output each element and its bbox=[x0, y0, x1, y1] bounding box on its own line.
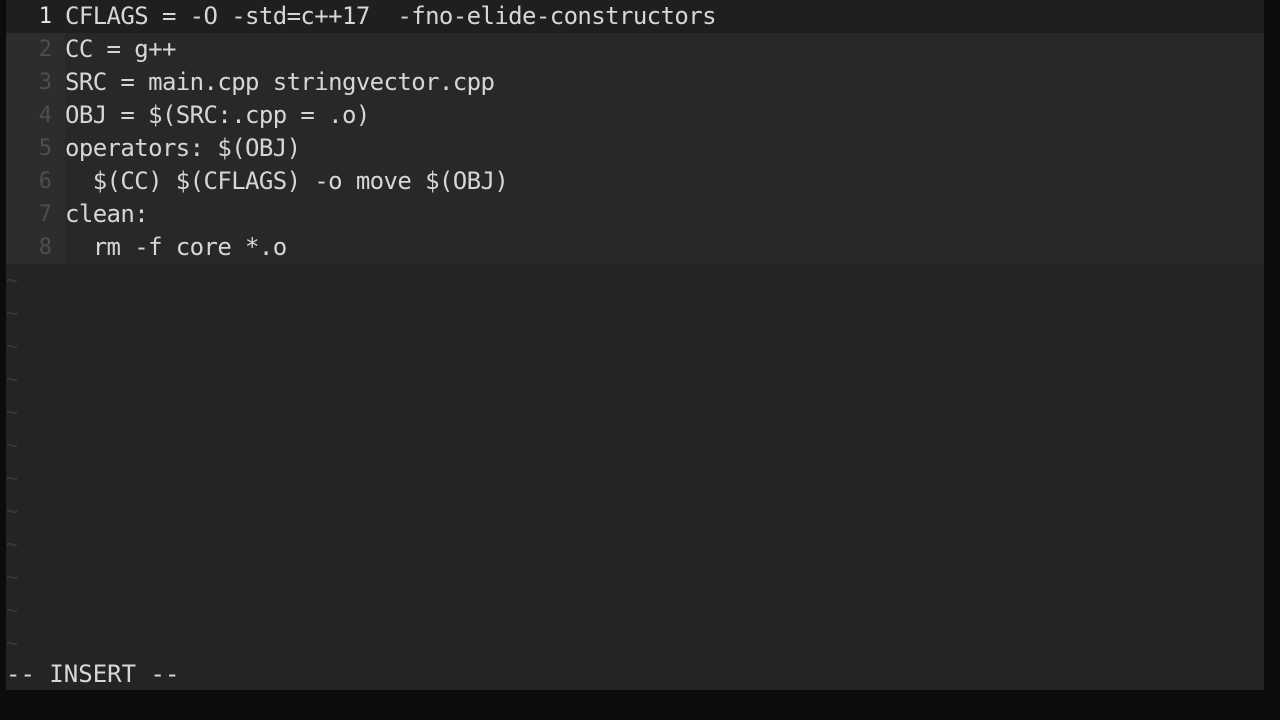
code-text[interactable]: $(CC) $(CFLAGS) -o move $(OBJ) bbox=[65, 165, 509, 198]
code-line-2[interactable]: 2 CC = g++ bbox=[6, 33, 1264, 66]
code-line-4[interactable]: 4 OBJ = $(SRC:.cpp = .o) bbox=[6, 99, 1264, 132]
editor-buffer[interactable]: 1 CFLAGS = -O -std=c++17 -fno-elide-cons… bbox=[6, 0, 1264, 264]
tilde-marker: ~ bbox=[6, 301, 19, 325]
tilde-marker: ~ bbox=[6, 565, 19, 589]
code-text[interactable]: OBJ = $(SRC:.cpp = .o) bbox=[65, 99, 370, 132]
tilde-marker: ~ bbox=[6, 268, 19, 292]
empty-lines: ~ ~ ~ ~ ~ ~ ~ ~ ~ ~ ~ ~ bbox=[6, 264, 1264, 660]
line-number: 5 bbox=[6, 132, 65, 165]
mode-indicator: -- INSERT -- bbox=[6, 658, 1264, 690]
line-number: 4 bbox=[6, 99, 65, 132]
tilde-marker: ~ bbox=[6, 400, 19, 424]
vim-editor[interactable]: 1 CFLAGS = -O -std=c++17 -fno-elide-cons… bbox=[6, 0, 1264, 690]
code-text[interactable]: clean: bbox=[65, 198, 149, 231]
code-line-1[interactable]: 1 CFLAGS = -O -std=c++17 -fno-elide-cons… bbox=[6, 0, 1264, 33]
tilde-marker: ~ bbox=[6, 631, 19, 655]
line-number: 1 bbox=[6, 0, 65, 33]
tilde-marker: ~ bbox=[6, 532, 19, 556]
line-number: 6 bbox=[6, 165, 65, 198]
code-line-6[interactable]: 6 $(CC) $(CFLAGS) -o move $(OBJ) bbox=[6, 165, 1264, 198]
code-text[interactable]: operators: $(OBJ) bbox=[65, 132, 301, 165]
tilde-marker: ~ bbox=[6, 334, 19, 358]
tilde-marker: ~ bbox=[6, 598, 19, 622]
code-line-3[interactable]: 3 SRC = main.cpp stringvector.cpp bbox=[6, 66, 1264, 99]
code-text[interactable]: SRC = main.cpp stringvector.cpp bbox=[65, 66, 495, 99]
code-line-8[interactable]: 8 rm -f core *.o bbox=[6, 231, 1264, 264]
tilde-marker: ~ bbox=[6, 367, 19, 391]
tilde-marker: ~ bbox=[6, 466, 19, 490]
code-text[interactable]: CC = g++ bbox=[65, 33, 176, 66]
line-number: 8 bbox=[6, 231, 65, 264]
code-text[interactable]: CFLAGS = -O -std=c++17 -fno-elide-constr… bbox=[65, 0, 717, 33]
code-text[interactable]: rm -f core *.o bbox=[65, 231, 288, 264]
line-number: 2 bbox=[6, 33, 65, 66]
tilde-marker: ~ bbox=[6, 499, 19, 523]
line-number: 7 bbox=[6, 198, 65, 231]
line-number: 3 bbox=[6, 66, 65, 99]
tilde-marker: ~ bbox=[6, 433, 19, 457]
code-line-5[interactable]: 5 operators: $(OBJ) bbox=[6, 132, 1264, 165]
code-line-7[interactable]: 7 clean: bbox=[6, 198, 1264, 231]
